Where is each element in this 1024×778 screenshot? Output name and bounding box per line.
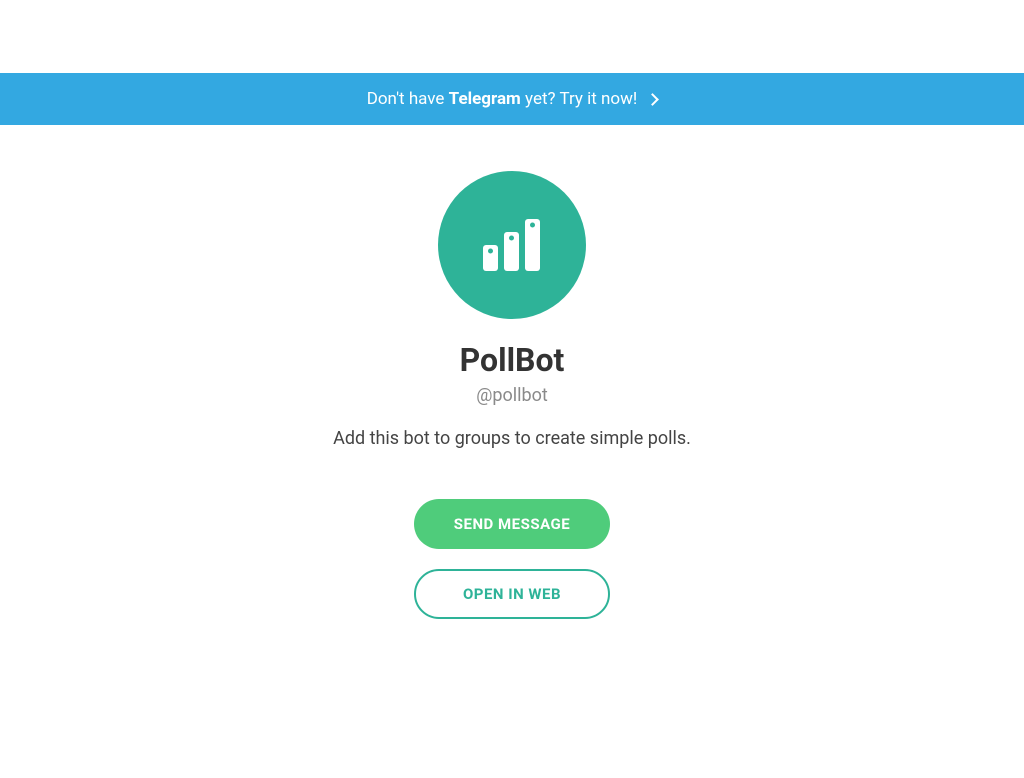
send-message-button[interactable]: SEND MESSAGE — [414, 499, 610, 549]
profile-container: PollBot @pollbot Add this bot to groups … — [0, 171, 1024, 619]
bot-name: PollBot — [460, 341, 565, 379]
bot-username: @pollbot — [476, 385, 548, 406]
action-buttons: SEND MESSAGE OPEN IN WEB — [414, 499, 610, 619]
avatar — [438, 171, 586, 319]
open-in-web-button[interactable]: OPEN IN WEB — [414, 569, 610, 619]
bot-description: Add this bot to groups to create simple … — [333, 428, 691, 449]
telegram-promo-banner[interactable]: Don't have Telegram yet? Try it now! — [0, 73, 1024, 125]
banner-prefix: Don't have — [367, 89, 449, 109]
banner-suffix: yet? Try it now! — [521, 89, 638, 109]
banner-text: Don't have Telegram yet? Try it now! — [367, 89, 658, 109]
chevron-right-icon — [646, 93, 659, 106]
poll-bars-icon — [472, 205, 552, 285]
banner-bold: Telegram — [449, 89, 521, 109]
